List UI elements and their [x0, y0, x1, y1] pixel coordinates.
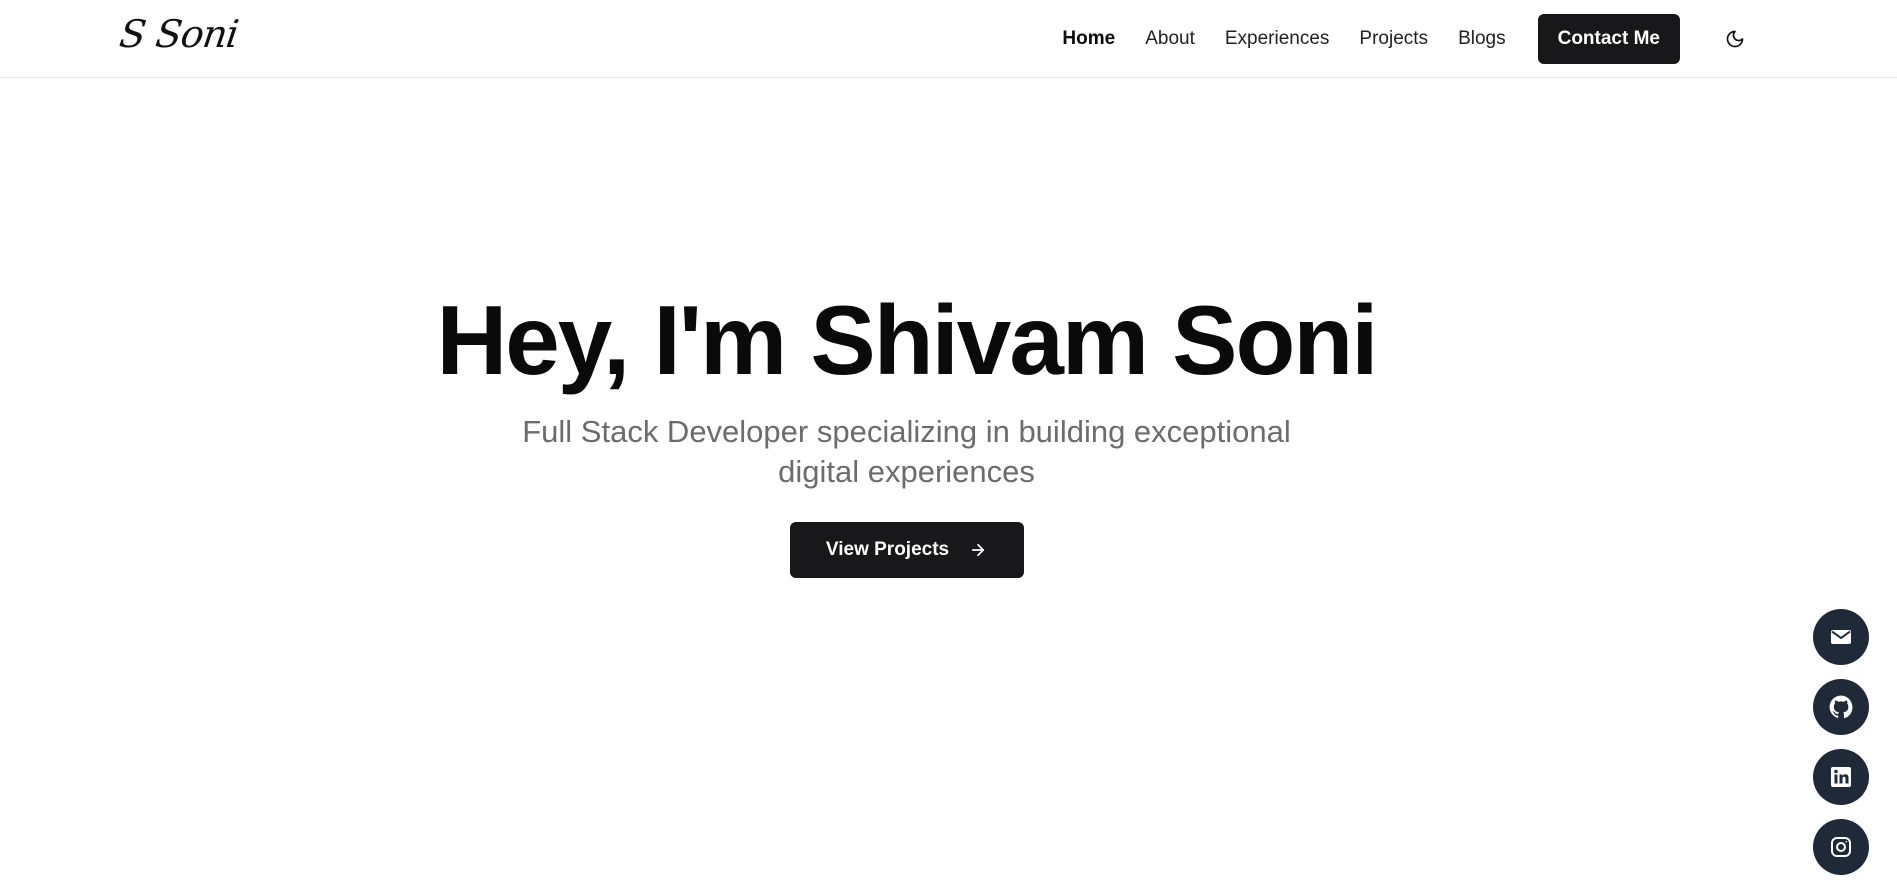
- contact-me-button[interactable]: Contact Me: [1537, 14, 1680, 64]
- view-projects-label: View Projects: [825, 539, 950, 560]
- nav-experiences[interactable]: Experiences: [1225, 28, 1330, 50]
- arrow-right-icon: [969, 541, 987, 559]
- view-projects-button[interactable]: View Projects: [789, 522, 1024, 578]
- nav-about[interactable]: About: [1145, 28, 1195, 50]
- nav-projects[interactable]: Projects: [1359, 28, 1428, 50]
- hero-section: Hey, I'm Shivam Soni Full Stack Develope…: [0, 280, 1813, 578]
- main-nav: Home About Experiences Projects Blogs Co…: [1062, 0, 1755, 78]
- github-link-button[interactable]: [1813, 679, 1869, 735]
- instagram-icon: [1831, 837, 1851, 857]
- instagram-link-button[interactable]: [1813, 819, 1869, 875]
- linkedin-icon: [1831, 767, 1851, 787]
- hero-subtitle: Full Stack Developer specializing in bui…: [522, 414, 1291, 489]
- email-link-button[interactable]: [1813, 609, 1869, 665]
- moon-icon: [1726, 30, 1744, 48]
- github-icon: [1829, 695, 1853, 719]
- site-logo[interactable]: S Soni: [117, 12, 241, 56]
- site-header: S Soni Home About Experiences Projects B…: [0, 0, 1897, 78]
- nav-home[interactable]: Home: [1062, 28, 1115, 50]
- theme-toggle-button[interactable]: [1715, 19, 1755, 59]
- linkedin-link-button[interactable]: [1813, 749, 1869, 805]
- social-links: [1813, 609, 1869, 889]
- nav-blogs[interactable]: Blogs: [1458, 28, 1506, 50]
- hero-title: Hey, I'm Shivam Soni: [436, 285, 1379, 395]
- mail-icon: [1831, 630, 1851, 644]
